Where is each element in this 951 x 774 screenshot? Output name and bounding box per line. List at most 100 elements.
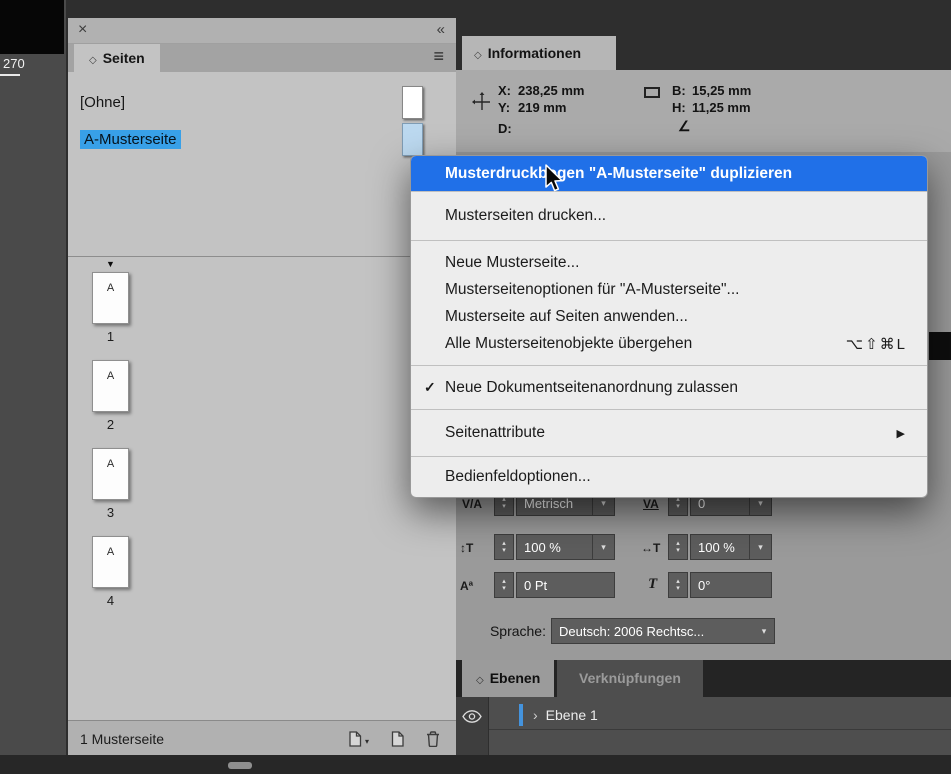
menu-item-label: Alle Musterseitenobjekte übergehen bbox=[445, 335, 692, 353]
ruler-corner bbox=[0, 0, 64, 54]
collapse-panel-icon[interactable]: « bbox=[437, 21, 444, 38]
h-label: H: bbox=[672, 100, 692, 115]
angle-icon: ∠ bbox=[678, 118, 691, 135]
dropdown-icon[interactable]: ▾ bbox=[592, 535, 614, 559]
language-dropdown[interactable]: Deutsch: 2006 Rechtsc...▾ bbox=[551, 618, 775, 644]
new-page-button[interactable] bbox=[391, 731, 404, 747]
tab-ebenen[interactable]: ◇ Ebenen bbox=[462, 660, 554, 697]
page-thumbnail[interactable]: A bbox=[92, 360, 129, 412]
menu-group: Neue Musterseite... Musterseitenoptionen… bbox=[411, 241, 927, 365]
tab-informationen[interactable]: ◇Informationen bbox=[462, 36, 616, 70]
page-item-4[interactable]: A 4 bbox=[92, 536, 129, 608]
baseline-shift-stepper[interactable]: ▴▾ bbox=[494, 572, 514, 598]
menu-item-apply-master[interactable]: Musterseite auf Seiten anwenden... bbox=[411, 303, 927, 330]
menu-item-duplicate-master[interactable]: Musterdruckbogen "A-Musterseite" duplizi… bbox=[411, 156, 927, 191]
info-bh-column: B:15,25 mm H:11,25 mm bbox=[672, 82, 751, 116]
layer-expand-icon[interactable]: › bbox=[533, 707, 538, 723]
trash-icon bbox=[426, 731, 440, 747]
bottom-strip bbox=[0, 755, 951, 774]
page-item-2[interactable]: A 2 bbox=[92, 360, 129, 432]
step-down-icon: ▾ bbox=[502, 504, 506, 510]
page-thumbnail[interactable]: A bbox=[92, 448, 129, 500]
page-thumbnail[interactable]: A bbox=[92, 536, 129, 588]
tab-seiten-label: Seiten bbox=[103, 50, 145, 66]
vertical-scale-icon: ↕T bbox=[460, 541, 473, 555]
pages-section: ▼ A 1 A 2 A 3 A 4 bbox=[68, 257, 456, 608]
menu-item-panel-options[interactable]: Bedienfeldoptionen... bbox=[411, 457, 927, 497]
vertical-scale-value: 100 % bbox=[517, 540, 592, 555]
vertical-scale-field[interactable]: 100 %▾ bbox=[516, 534, 615, 560]
horizontal-scrollbar-thumb[interactable] bbox=[228, 762, 252, 769]
b-value: 15,25 mm bbox=[692, 83, 751, 98]
close-icon[interactable]: × bbox=[78, 21, 87, 39]
menu-item-print-masters[interactable]: Musterseiten drucken... bbox=[411, 192, 927, 240]
eye-icon[interactable] bbox=[462, 710, 482, 723]
ruler-mark: 270 bbox=[3, 56, 25, 71]
delete-page-button[interactable] bbox=[426, 731, 440, 747]
skew-stepper[interactable]: ▴▾ bbox=[668, 572, 688, 598]
submenu-arrow-icon: ▶ bbox=[897, 427, 905, 440]
master-name-selected[interactable]: A-Musterseite bbox=[80, 130, 181, 149]
h-value: 11,25 mm bbox=[692, 100, 751, 115]
horizontal-scale-value: 100 % bbox=[691, 540, 749, 555]
menu-item-label: Seitenattribute bbox=[445, 424, 545, 442]
master-row-a-musterseite[interactable]: A-Musterseite bbox=[68, 121, 456, 158]
master-thumbnail[interactable] bbox=[402, 86, 423, 119]
tab-verknuepfungen-label: Verknüpfungen bbox=[579, 670, 681, 686]
dropdown-icon[interactable]: ▾ bbox=[754, 619, 774, 643]
baseline-shift-value: 0 Pt bbox=[517, 578, 614, 593]
panel-menu-icon[interactable]: ≡ bbox=[433, 46, 444, 67]
page-item-1[interactable]: A 1 bbox=[92, 272, 129, 344]
tab-informationen-label: Informationen bbox=[488, 45, 581, 61]
skew-value: 0° bbox=[691, 578, 771, 593]
layer-row-ebene-1[interactable]: › Ebene 1 bbox=[489, 701, 951, 730]
step-down-icon: ▾ bbox=[676, 586, 680, 592]
kerning-icon: V/A bbox=[462, 497, 482, 511]
skew-field[interactable]: 0° bbox=[690, 572, 772, 598]
horizontal-scale-icon: ↔T bbox=[641, 541, 660, 555]
language-value: Deutsch: 2006 Rechtsc... bbox=[552, 624, 754, 639]
layers-panel-content: › Ebene 1 bbox=[456, 697, 951, 755]
d-label: D: bbox=[498, 121, 518, 136]
menu-item-allow-document-page-shuffle[interactable]: ✓ Neue Dokumentseitenanordnung zulassen bbox=[411, 366, 927, 409]
horizontal-scale-field[interactable]: 100 %▾ bbox=[690, 534, 772, 560]
tab-seiten[interactable]: ◇Seiten bbox=[74, 44, 160, 72]
page-number: 4 bbox=[92, 593, 129, 608]
page-master-letter: A bbox=[107, 546, 114, 558]
new-spread-button[interactable]: ▾ bbox=[347, 731, 369, 747]
panel-cycle-icon: ◇ bbox=[476, 675, 484, 686]
step-up-icon: ▴ bbox=[676, 579, 680, 585]
tab-verknuepfungen[interactable]: Verknüpfungen bbox=[557, 660, 703, 697]
layer-name[interactable]: Ebene 1 bbox=[546, 707, 598, 723]
masters-section: [Ohne] A-Musterseite bbox=[68, 72, 456, 257]
page-number: 3 bbox=[92, 505, 129, 520]
indesign-workspace: 270 × « ◇Seiten ≡ [Ohne] A-Musterseite ▼ bbox=[0, 0, 951, 774]
y-value: 219 mm bbox=[518, 100, 566, 115]
position-crosshair-icon bbox=[472, 92, 492, 117]
menu-item-new-master[interactable]: Neue Musterseite... bbox=[411, 249, 927, 276]
layers-tabbar: ◇ Ebenen Verknüpfungen bbox=[456, 660, 951, 697]
info-xy-column: X:238,25 mm Y:219 mm D: bbox=[498, 82, 585, 137]
pages-panel-context-menu: Musterdruckbogen "A-Musterseite" duplizi… bbox=[410, 155, 928, 498]
page-master-letter: A bbox=[107, 458, 114, 470]
horizontal-scale-stepper[interactable]: ▴▾ bbox=[668, 534, 688, 560]
menu-item-page-attributes[interactable]: Seitenattribute ▶ bbox=[411, 410, 927, 456]
step-down-icon: ▾ bbox=[502, 586, 506, 592]
dimensions-rect-icon bbox=[644, 87, 660, 98]
vertical-scale-stepper[interactable]: ▴▾ bbox=[494, 534, 514, 560]
check-icon: ✓ bbox=[424, 379, 436, 396]
tab-ebenen-label: Ebenen bbox=[490, 670, 541, 686]
page-thumbnail[interactable]: A bbox=[92, 272, 129, 324]
page-item-3[interactable]: A 3 bbox=[92, 448, 129, 520]
baseline-shift-field[interactable]: 0 Pt bbox=[516, 572, 615, 598]
master-thumbnail-selected[interactable] bbox=[402, 123, 423, 156]
step-down-icon: ▾ bbox=[676, 548, 680, 554]
menu-item-label: Neue Dokumentseitenanordnung zulassen bbox=[445, 379, 738, 397]
menu-item-label: Musterseitenoptionen für "A-Musterseite"… bbox=[445, 281, 739, 299]
master-row-ohne[interactable]: [Ohne] bbox=[68, 84, 456, 121]
master-name[interactable]: [Ohne] bbox=[80, 94, 125, 111]
menu-item-master-options[interactable]: Musterseitenoptionen für "A-Musterseite"… bbox=[411, 276, 927, 303]
pages-panel-statusbar: 1 Musterseite ▾ bbox=[68, 720, 456, 756]
dropdown-icon[interactable]: ▾ bbox=[749, 535, 771, 559]
menu-item-override-all[interactable]: Alle Musterseitenobjekte übergehen⌥⇧⌘L bbox=[411, 330, 927, 357]
